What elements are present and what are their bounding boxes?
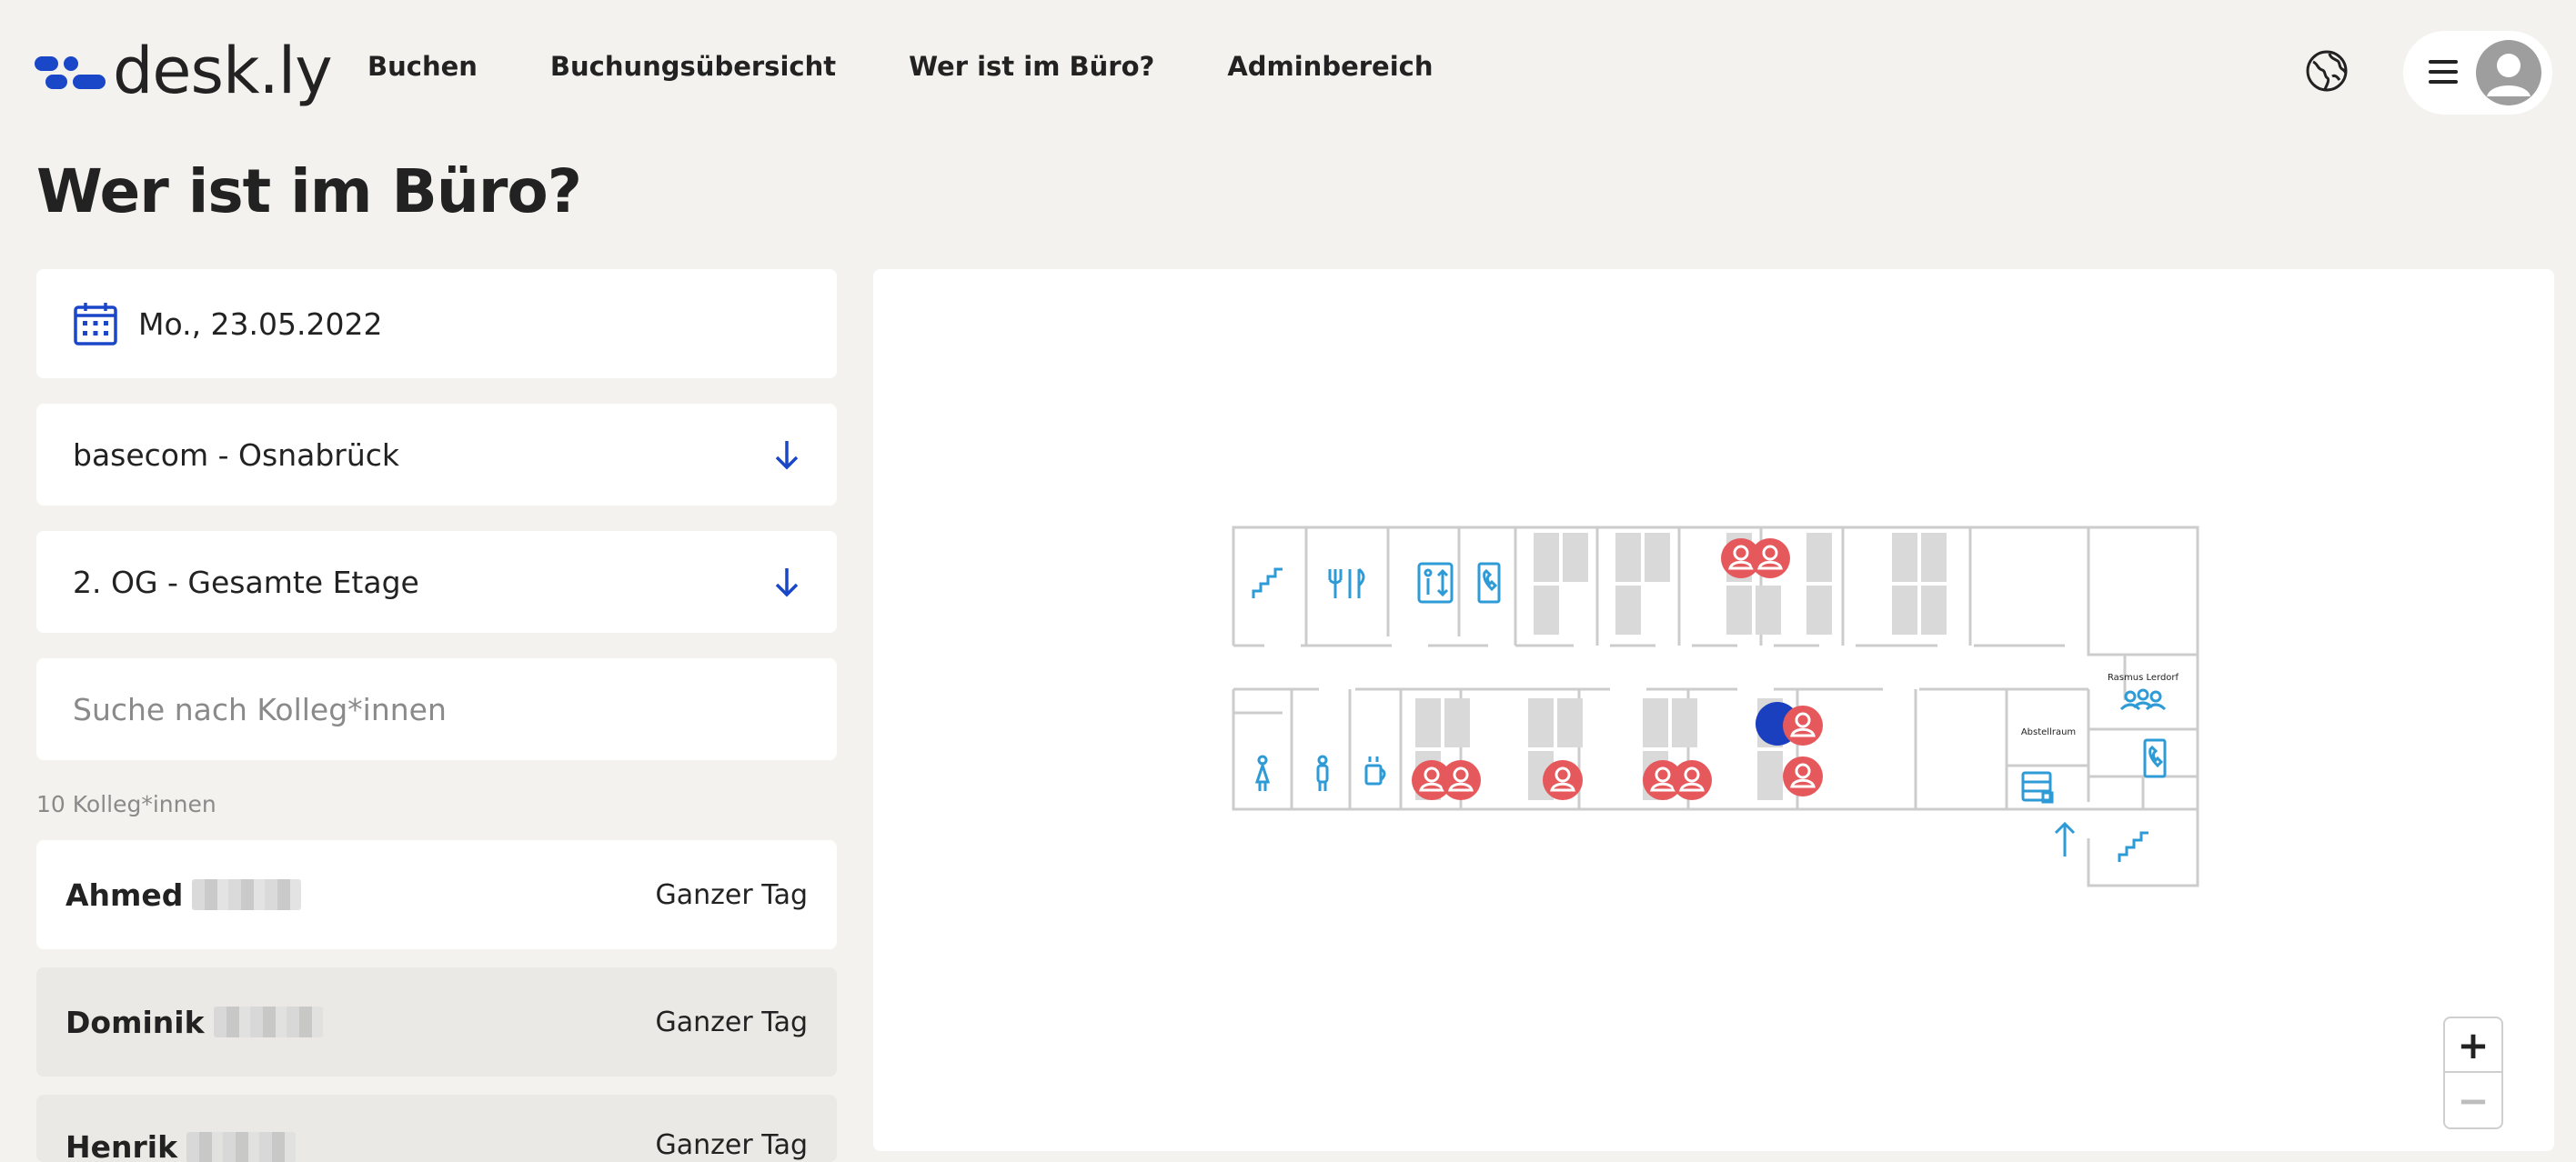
coffee-icon (1364, 756, 1386, 786)
calendar-icon (74, 303, 117, 346)
male-toilet-icon (1316, 755, 1329, 791)
occupied-seat-marker[interactable] (1781, 755, 1825, 798)
blurred-last-name (213, 1007, 323, 1037)
occupied-seat-marker[interactable] (1439, 758, 1483, 802)
booking-time: Ganzer Tag (655, 1006, 808, 1038)
occupied-seat-marker[interactable] (1670, 758, 1714, 802)
desks (1415, 533, 1947, 800)
colleague-name-group: Henrik (65, 1129, 297, 1162)
nav-item-wer-ist-im-buero[interactable]: Wer ist im Büro? (909, 51, 1154, 82)
colleague-first-name: Ahmed (65, 877, 184, 913)
main-nav: Buchen Buchungsübersicht Wer ist im Büro… (367, 51, 1434, 82)
floor-select[interactable]: 2. OG - Gesamte Etage (36, 531, 837, 633)
storage-cabinet-icon (2021, 771, 2054, 804)
meeting-room-icon (2119, 688, 2167, 711)
date-picker[interactable]: Mo., 23.05.2022 (36, 269, 837, 378)
meeting-room-label: Rasmus Lerdorf (2108, 673, 2179, 683)
facility-icons (1252, 562, 2167, 862)
page-title: Wer ist im Büro? (36, 156, 582, 226)
blurred-last-name (192, 879, 302, 910)
colleague-list-item[interactable]: Dominik Ganzer Tag (36, 967, 837, 1077)
search-input[interactable] (73, 691, 800, 727)
booking-time: Ganzer Tag (655, 878, 808, 911)
zoom-out-button[interactable]: − (2445, 1073, 2501, 1127)
floor-map[interactable]: Rasmus Lerdorf Abstellraum + − (873, 269, 2554, 1151)
stairs-icon (2118, 831, 2148, 862)
logo-mark-icon (35, 51, 106, 91)
user-menu[interactable] (2403, 31, 2552, 115)
arrow-up-icon (2054, 821, 2076, 856)
colleague-first-name: Dominik (65, 1004, 205, 1040)
blurred-last-name (186, 1131, 297, 1162)
desk-ly-logo[interactable]: desk.ly (35, 33, 333, 109)
booking-time: Ganzer Tag (655, 1129, 808, 1161)
location-select[interactable]: basecom - Osnabrück (36, 404, 837, 506)
logo-text: desk.ly (113, 34, 333, 108)
colleague-first-name: Henrik (65, 1129, 178, 1162)
hamburger-menu-icon[interactable] (2429, 60, 2458, 84)
nav-item-adminbereich[interactable]: Adminbereich (1227, 51, 1433, 82)
arrow-down-icon (775, 441, 799, 470)
colleague-list-item[interactable]: Ahmed Ganzer Tag (36, 840, 837, 949)
restaurant-icon (1328, 567, 1365, 598)
zoom-in-button[interactable]: + (2445, 1018, 2501, 1073)
walls (1232, 526, 2199, 887)
floor-value: 2. OG - Gesamte Etage (73, 564, 419, 600)
occupied-seat-marker[interactable] (1748, 536, 1792, 580)
floor-plan[interactable]: Rasmus Lerdorf Abstellraum (1228, 526, 2210, 902)
elevator-icon (1417, 562, 1454, 604)
colleague-name-group: Ahmed (65, 877, 302, 913)
female-toilet-icon (1254, 755, 1271, 791)
stairs-icon (1252, 567, 1283, 598)
user-avatar-icon[interactable] (2476, 40, 2541, 105)
storage-room-label: Abstellraum (2021, 727, 2076, 737)
colleague-name-group: Dominik (65, 1005, 323, 1040)
occupied-seat-marker[interactable] (1541, 758, 1585, 802)
nav-item-buchen[interactable]: Buchen (367, 51, 478, 82)
selected-date: Mo., 23.05.2022 (138, 306, 383, 342)
colleague-search[interactable] (36, 658, 837, 760)
phone-booth-icon (2143, 738, 2167, 778)
arrow-down-icon (775, 568, 799, 597)
occupied-seat-marker[interactable] (1781, 704, 1825, 747)
colleague-count: 10 Kolleg*innen (36, 791, 216, 817)
phone-booth-icon (1477, 562, 1501, 604)
nav-item-buchungsuebersicht[interactable]: Buchungsübersicht (550, 51, 836, 82)
location-value: basecom - Osnabrück (73, 436, 400, 473)
globe-icon[interactable] (2305, 49, 2349, 93)
colleague-list-item[interactable]: Henrik Ganzer Tag (36, 1095, 837, 1162)
zoom-control: + − (2443, 1017, 2503, 1129)
